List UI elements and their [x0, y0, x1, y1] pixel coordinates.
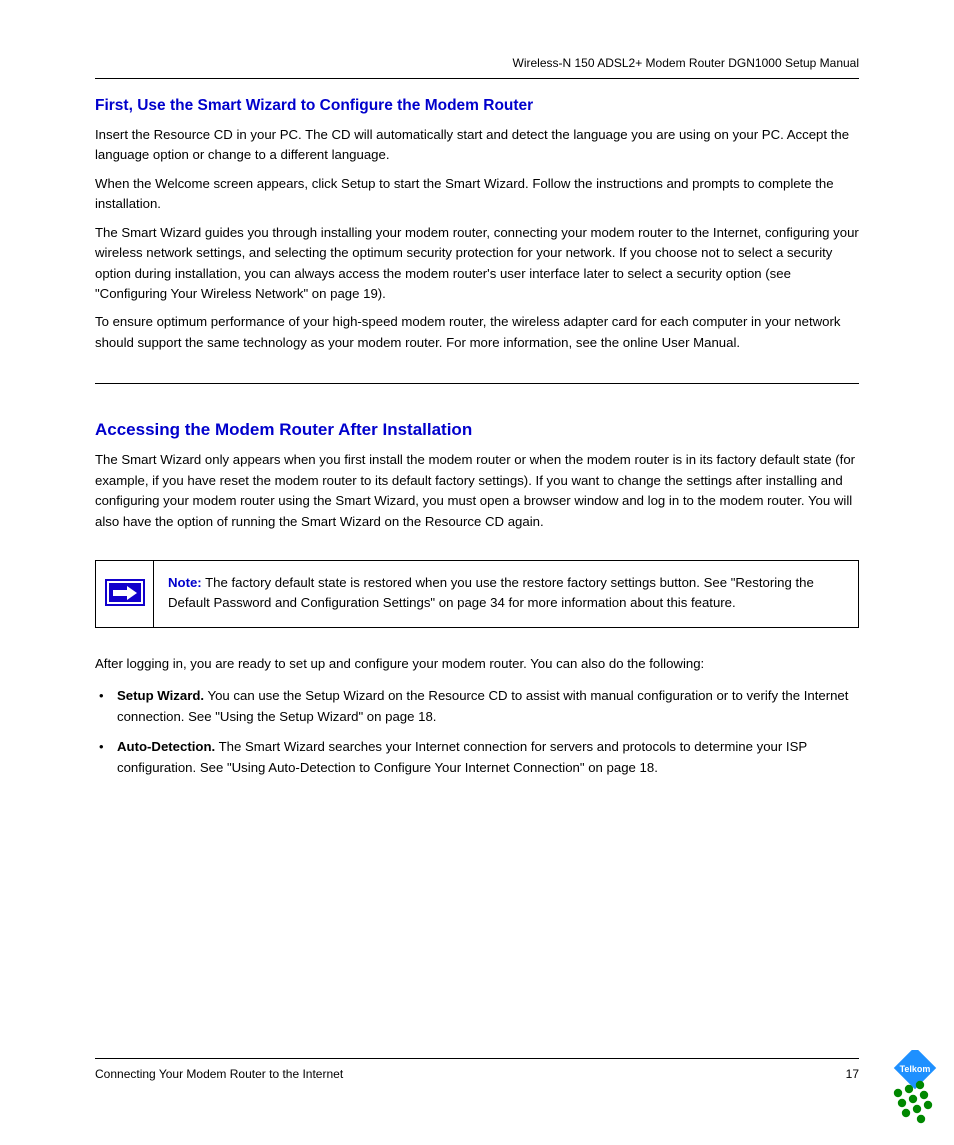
footer-rule [95, 1058, 859, 1059]
page-footer: Connecting Your Modem Router to the Inte… [95, 1050, 859, 1081]
arrow-right-icon [111, 585, 139, 601]
note-arrow-icon [105, 579, 145, 606]
note-text: The factory default state is restored wh… [168, 575, 814, 610]
section-2-p1: The Smart Wizard only appears when you f… [95, 450, 859, 532]
bullet-title-0: Setup Wizard. [117, 688, 204, 703]
doc-title-line-1: Wireless-N 150 ADSL2+ Modem Router DGN10… [95, 55, 859, 72]
section-heading-2: Accessing the Modem Router After Install… [95, 420, 859, 440]
footer-page-number: 17 [846, 1067, 859, 1081]
footer-left: Connecting Your Modem Router to the Inte… [95, 1067, 343, 1081]
logo-text: Telkom [900, 1064, 931, 1074]
section-heading-1: First, Use the Smart Wizard to Configure… [95, 97, 859, 115]
document-header: Wireless-N 150 ADSL2+ Modem Router DGN10… [95, 55, 859, 72]
telkom-logo-icon: Telkom [876, 1050, 954, 1128]
note-content: Note: The factory default state is resto… [154, 561, 858, 627]
bullet-text-1: The Smart Wizard searches your Internet … [117, 739, 807, 774]
note-box: Note: The factory default state is resto… [95, 560, 859, 628]
page-content: Wireless-N 150 ADSL2+ Modem Router DGN10… [95, 55, 859, 788]
section-1-p5: To ensure optimum performance of your hi… [95, 312, 859, 353]
note-label: Note: [168, 575, 202, 590]
section-divider-1 [95, 383, 859, 384]
section-accessing: Accessing the Modem Router After Install… [95, 420, 859, 778]
section-1-p4: The Smart Wizard guides you through inst… [95, 223, 859, 305]
bullet-list: Setup Wizard. You can use the Setup Wiza… [95, 686, 859, 778]
bullet-text-0: You can use the Setup Wizard on the Reso… [117, 688, 848, 723]
bullet-title-1: Auto-Detection. [117, 739, 215, 754]
fields-intro: After logging in, you are ready to set u… [95, 654, 859, 674]
section-1-p1: Insert the Resource CD in your PC. The C… [95, 125, 859, 166]
list-item: Auto-Detection. The Smart Wizard searche… [95, 737, 859, 778]
list-item: Setup Wizard. You can use the Setup Wiza… [95, 686, 859, 727]
telkom-logo: Telkom [876, 1050, 954, 1133]
note-icon-cell [96, 561, 154, 627]
section-1-p3: When the Welcome screen appears, click S… [95, 174, 859, 215]
section-smart-wizard: First, Use the Smart Wizard to Configure… [95, 97, 859, 354]
header-rule [95, 78, 859, 79]
footer-row: Connecting Your Modem Router to the Inte… [95, 1067, 859, 1081]
